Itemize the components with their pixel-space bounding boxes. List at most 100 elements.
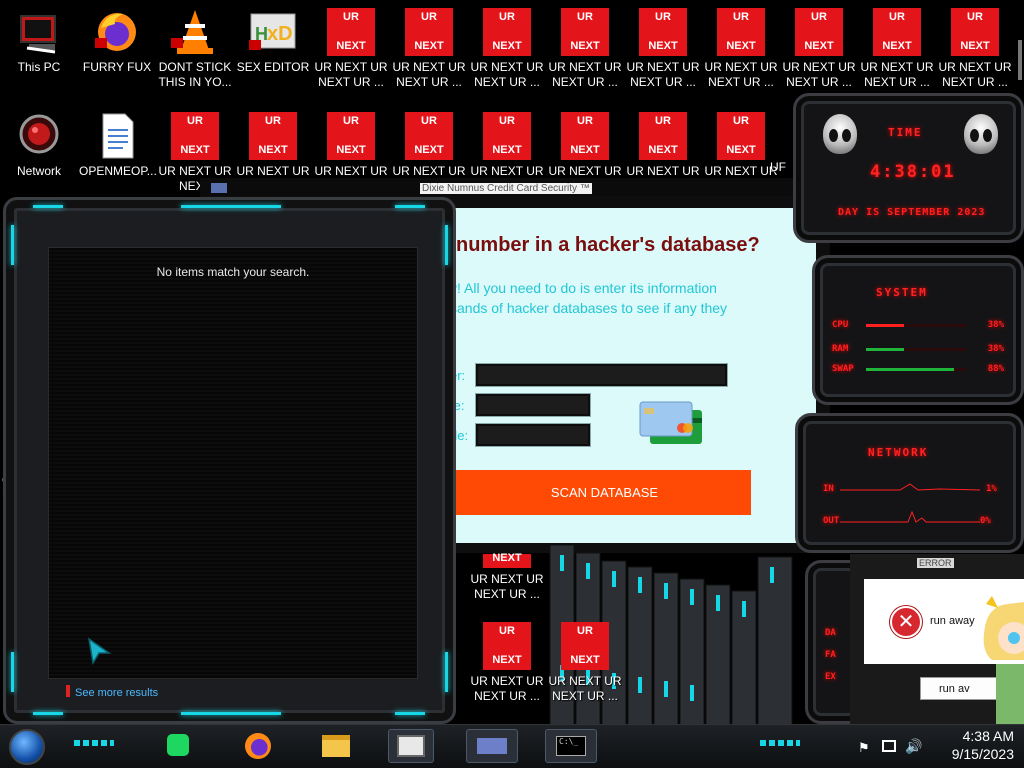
desktop-icon-ur-next[interactable]: UR NEXT UR NEXT UR	[547, 112, 623, 179]
desktop-icon-network[interactable]: Network	[1, 112, 77, 179]
ur-next-icon: UR NEXT	[483, 8, 531, 56]
time-widget-title: TIME	[888, 126, 923, 139]
taskbar-lights	[74, 740, 114, 746]
flag-icon[interactable]: ⚑	[858, 740, 870, 756]
network-in-label: IN	[823, 484, 834, 494]
widget-day: DAY IS SEPTEMBER 2023	[838, 207, 986, 218]
desktop-icon-label: UR NEXT UR NEXT UR ...	[626, 60, 700, 89]
security-code-field[interactable]	[475, 423, 591, 447]
desktop-icon-label: Network	[16, 164, 61, 178]
desktop-icon-openmeop[interactable]: OPENMEOP...	[79, 112, 157, 179]
desktop-icon-ur-next[interactable]: UR NEXT UR NEXT UR NEXT UR ...	[781, 8, 857, 90]
desktop-icon-label: UR NEXT UR	[236, 164, 310, 178]
desktop-icon-this-pc[interactable]: This PC	[1, 8, 77, 75]
search-results-area: No items match your search.	[48, 247, 418, 679]
spotify-icon[interactable]	[158, 729, 198, 763]
frame-light	[11, 652, 14, 692]
frame-light	[33, 712, 63, 715]
cpu-value: 38%	[987, 320, 1004, 330]
cpu-label: CPU	[832, 320, 849, 330]
desktop-icon-ur-next[interactable]: UR NEXT UR NEXT UR NEXT UR ...	[313, 8, 389, 90]
desktop-icon-ur-next[interactable]: UR NEXT UR NEXT UR	[313, 112, 389, 179]
desktop-icon-label: UR NEXT UR NEXT UR ...	[938, 60, 1012, 89]
desktop-icon-label: OPENMEOP...	[79, 164, 157, 178]
alien-logo-icon	[964, 114, 998, 154]
scan-database-button[interactable]: SCAN DATABASE	[448, 470, 751, 515]
desktop-icon-ur-next[interactable]: UR NEXT UR NEXT UR	[391, 112, 467, 179]
desktop-icon-label: UR NEXT UR	[626, 164, 700, 178]
expiry-date-field[interactable]	[475, 393, 591, 417]
error-dialog-title: ERROR	[917, 558, 954, 568]
vlc-cone-icon	[171, 8, 219, 56]
card-number-field[interactable]	[475, 363, 728, 387]
cpu-row: CPU 38%	[832, 318, 1012, 332]
desktop-icon-ur-next[interactable]: UR NEXT UR NEXT UR	[235, 112, 311, 179]
desktop-icon-ur-next[interactable]: UR NEXT UR NEXT UR NEXT UR ...	[937, 8, 1013, 90]
desktop-icon-dont-stick[interactable]: DONT STICK THIS IN YO...	[157, 8, 233, 90]
desktop-icon-ur-next[interactable]: UR NEXT UR NEXT UR NEXT UR ...	[547, 622, 623, 704]
desktop-icon-furry-fux[interactable]: FURRY FUX	[79, 8, 155, 75]
cartoon-character-image	[978, 594, 1024, 729]
ur-next-icon: UR NEXT	[327, 112, 375, 160]
see-more-results-link[interactable]: See more results	[75, 687, 158, 699]
desktop-icon-label: UR NEXT UR NEXT UR ...	[548, 60, 622, 89]
window-title: Dixie Numnus Credit Card Security ™	[420, 183, 592, 194]
desktop-icon-ur-next[interactable]: UR NEXT UR NEXT UR NEXT UR ...	[859, 8, 935, 90]
network-widget-title: NETWORK	[868, 446, 929, 459]
desktop-icon-label: UR NEXT UR	[470, 164, 544, 178]
computer-icon	[15, 8, 63, 56]
terminal-window-icon[interactable]	[388, 729, 434, 763]
drive-label: FA	[825, 650, 836, 660]
no-results-message: No items match your search.	[156, 265, 310, 279]
frame-light	[181, 205, 281, 208]
network-tray-icon[interactable]	[882, 740, 896, 752]
firefox-icon[interactable]	[238, 729, 278, 763]
taskbar-clock-time[interactable]: 4:38 AM	[963, 728, 1014, 744]
desktop-icon-ur-next[interactable]: UR NEXT UR NEXT UR	[625, 112, 701, 179]
ur-next-icon: UR NEXT	[951, 8, 999, 56]
volume-icon[interactable]: 🔊	[905, 738, 922, 755]
cmd-icon[interactable]: C:\_	[545, 729, 597, 763]
desktop-icon-ur-next[interactable]: UR NEXT UR NEXT UR NEXT UR ...	[547, 8, 623, 90]
desktop-icon-ur-next[interactable]: NEXT UR NEXT UR NEXT UR ...	[469, 552, 545, 602]
network-icon	[15, 112, 63, 160]
file-explorer-icon[interactable]	[316, 729, 356, 763]
ram-meter	[866, 348, 966, 351]
desktop-icon-ur-next[interactable]: UR NEXT UR NEXT UR NEXT UR ...	[703, 8, 779, 90]
desktop-icon-ur-next[interactable]: UR NEXT UR NEXT UR	[469, 112, 545, 179]
ur-next-icon: UR NEXT	[171, 112, 219, 160]
desktop-icon-label: UR NEXT UR NEXT UR ...	[860, 60, 934, 89]
error-message: run away	[930, 615, 975, 627]
ur-next-icon: UR NEXT	[873, 8, 921, 56]
ur-next-icon: UR NEXT	[639, 8, 687, 56]
frame-light	[181, 712, 281, 715]
desktop-scroll-edge	[1018, 40, 1022, 80]
credit-card-window-icon[interactable]	[466, 729, 518, 763]
security-heading: number in a hacker's database?	[456, 234, 760, 256]
start-orb-button[interactable]	[9, 729, 45, 765]
widget-clock: 4:38:01	[870, 162, 956, 182]
frame-light	[11, 225, 14, 265]
desktop-icon-label: UR NEXT UR	[392, 164, 466, 178]
ram-label: RAM	[832, 344, 849, 354]
alien-logo-icon	[823, 114, 857, 154]
taskbar-clock-date[interactable]: 9/15/2023	[952, 746, 1014, 762]
system-meter-rows: CPU 38% RAM 38% SWAP 88%	[832, 318, 1012, 378]
cursor-arrow-icon	[87, 637, 113, 670]
desktop-icon-sex-editor[interactable]: HxD SEX EDITOR	[235, 8, 311, 75]
ur-next-icon: NEXT	[483, 552, 531, 568]
security-body-text: sands of hacker databases to see if any …	[450, 300, 728, 316]
desktop-icon-ur-next[interactable]: UR NEXT UR NEXT UR NEXT UR ...	[391, 8, 467, 90]
security-body-text: v! All you need to do is enter its infor…	[450, 280, 717, 296]
desktop-icon-label: UR NEXT UR NEXT UR ...	[392, 60, 466, 89]
firefox-icon	[93, 8, 141, 56]
desktop-icon-ur-next[interactable]: UR NEXT UR NEXT UR NEXT UR ...	[469, 8, 545, 90]
window-app-icon	[211, 183, 227, 193]
drive-label: DA	[825, 628, 836, 638]
desktop-icon-ur-next[interactable]: UR NEXT UR NEXT UR NEXT UR ...	[625, 8, 701, 90]
desktop-icon-ur-next[interactable]: UR NEXT UR NEXT UR NEXT UR ...	[469, 622, 545, 704]
desktop-icon-label: UR NEXT UR NEXT UR ...	[782, 60, 856, 89]
drive-label: EX	[825, 672, 836, 682]
desktop-icon-ur-next[interactable]: UR NEXT UR NEXT UR	[703, 112, 779, 179]
network-graph	[840, 472, 981, 537]
